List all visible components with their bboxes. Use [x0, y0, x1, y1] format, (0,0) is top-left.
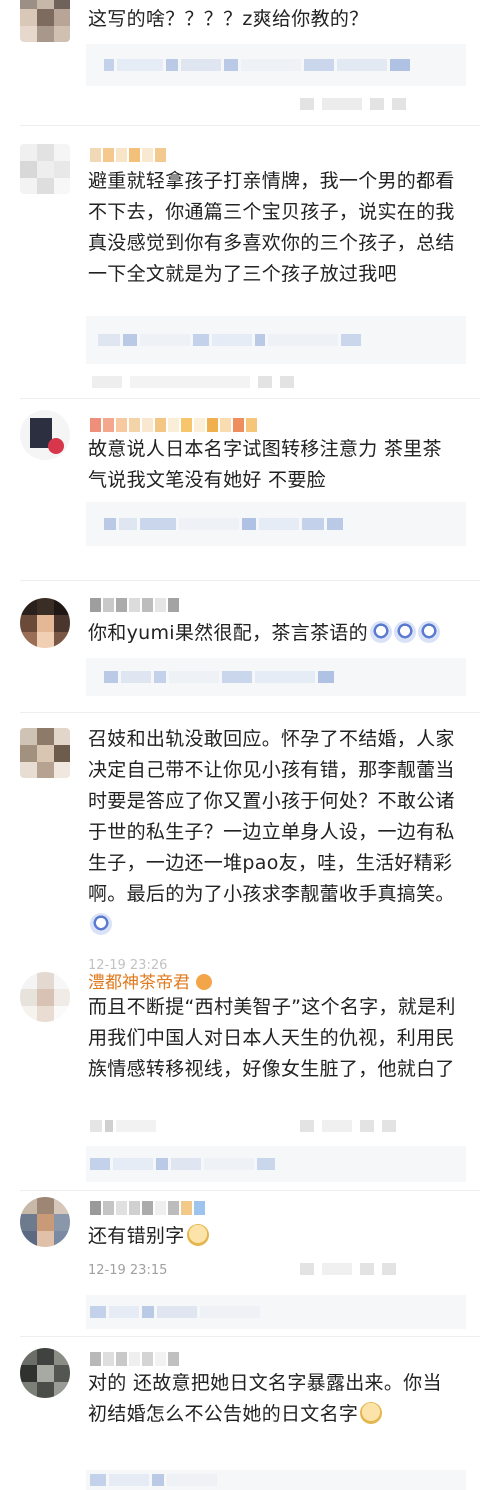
- comment-text-content: 召妓和出轨没敢回应。怀孕了不结婚，人家决定自己带不让你见小孩有错，那李靓蕾当时要…: [88, 728, 455, 905]
- comment-8: 对的 还故意把她日文名字暴露出来。你当初结婚怎么不公告她的日文名字: [0, 1340, 480, 1490]
- doge-icon: [186, 1224, 209, 1246]
- reply-preview[interactable]: [86, 502, 466, 546]
- comment-2: 避重就轻拿孩子打亲情牌，我一个男的都看不下去，你通篇三个宝贝孩子，说实在的我真没…: [0, 140, 480, 400]
- avatar[interactable]: [20, 1348, 70, 1398]
- divider: [20, 1336, 480, 1337]
- divider: [20, 125, 480, 126]
- reply-preview[interactable]: [86, 658, 466, 696]
- comment-3: 故意说人日本名字试图转移注意力 茶里茶气说我文笔没有她好 不要脸: [0, 400, 480, 575]
- comment-text-content: 对的 还故意把她日文名字暴露出来。你当初结婚怎么不公告她的日文名字: [88, 1372, 442, 1425]
- comment-actions[interactable]: [92, 376, 294, 388]
- reply-preview[interactable]: [86, 1470, 466, 1490]
- comment-4: 你和yumi果然很配，茶言茶语的: [0, 592, 480, 712]
- comment-text: 对的 还故意把她日文名字暴露出来。你当初结婚怎么不公告她的日文名字: [88, 1368, 460, 1430]
- avatar[interactable]: [20, 598, 70, 648]
- divider: [20, 580, 480, 581]
- avatar[interactable]: [20, 144, 70, 194]
- reply-preview[interactable]: [86, 1146, 466, 1182]
- comment-text-content: 还有错别字: [88, 1225, 185, 1247]
- divider: [20, 398, 480, 399]
- comment-actions[interactable]: [300, 98, 406, 110]
- divider: [20, 1190, 480, 1191]
- comment-text: 这写的啥？？？？z爽给你教的？: [88, 8, 369, 30]
- username-blurred[interactable]: [90, 418, 257, 432]
- comment-text: 避重就轻拿孩子打亲情牌，我一个男的都看不下去，你通篇三个宝贝孩子，说实在的我真没…: [88, 170, 455, 285]
- username-blurred[interactable]: [90, 1201, 205, 1215]
- avatar[interactable]: [20, 1197, 70, 1247]
- avatar[interactable]: [20, 0, 70, 42]
- avatar[interactable]: [20, 728, 70, 778]
- divider: [20, 712, 480, 713]
- comment-text-content: 你和yumi果然很配，茶言茶语的: [88, 622, 368, 644]
- username-blurred[interactable]: [90, 148, 166, 162]
- comment-7: 还有错别字 12-19 23:15: [0, 1195, 480, 1329]
- reply-preview[interactable]: [86, 44, 466, 86]
- avatar[interactable]: [20, 972, 70, 1022]
- username-blurred[interactable]: [90, 598, 179, 612]
- comment-6: 澧都神茶帝君 而且不断提“西村美智子”这个名字，就是利用我们中国人对日本人天生的…: [0, 960, 480, 1185]
- surprised-face-icon: [90, 913, 112, 935]
- username[interactable]: 澧都神茶帝君: [88, 968, 212, 993]
- comment-meta-blurred: [90, 1120, 156, 1132]
- comment-text: 你和yumi果然很配，茶言茶语的: [88, 618, 460, 649]
- comment-5: 召妓和出轨没敢回应。怀孕了不结婚，人家决定自己带不让你见小孩有错，那李靓蕾当时要…: [0, 722, 480, 973]
- comment-text: 召妓和出轨没敢回应。怀孕了不结婚，人家决定自己带不让你见小孩有错，那李靓蕾当时要…: [88, 724, 460, 941]
- reply-preview[interactable]: [86, 1295, 466, 1329]
- comment-text: 而且不断提“西村美智子”这个名字，就是利用我们中国人对日本人天生的仇视，利用民族…: [88, 996, 456, 1080]
- comment-text: 故意说人日本名字试图转移注意力 茶里茶气说我文笔没有她好 不要脸: [88, 438, 442, 491]
- reply-preview[interactable]: [86, 316, 466, 364]
- surprised-face-icon: [369, 621, 392, 643]
- crown-badge-icon: [196, 974, 212, 990]
- username-blurred[interactable]: [90, 1352, 179, 1366]
- username-text: 澧都神茶帝君: [88, 973, 190, 993]
- avatar[interactable]: [20, 410, 70, 460]
- comment-actions[interactable]: [300, 1263, 396, 1275]
- surprised-face-icon: [393, 621, 416, 643]
- doge-icon: [360, 1402, 383, 1424]
- comment-1: 这写的啥？？？？z爽给你教的？: [0, 0, 480, 120]
- timestamp: 12-19 23:15: [88, 1263, 168, 1278]
- comment-text: 还有错别字: [88, 1221, 460, 1252]
- surprised-face-icon: [417, 621, 440, 643]
- comment-actions[interactable]: [300, 1120, 396, 1132]
